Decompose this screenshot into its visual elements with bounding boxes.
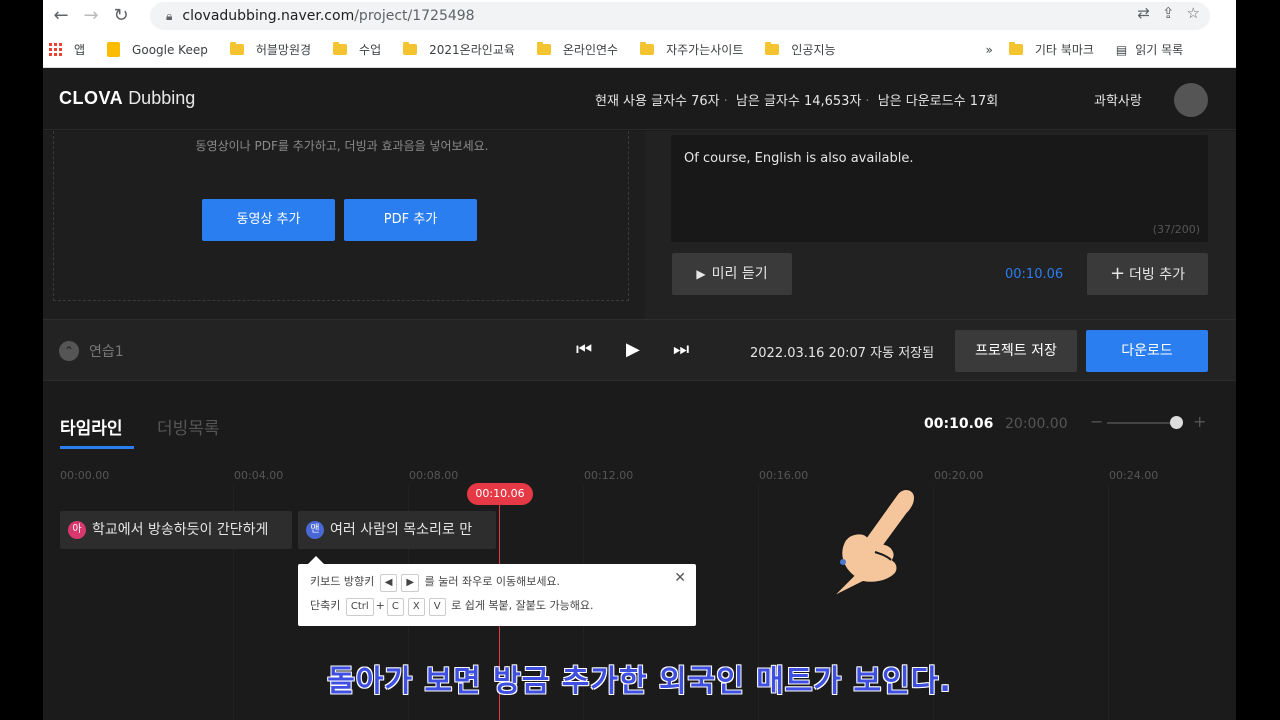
tooltip-line-1: 키보드 방향키 ◀ ▶ 를 눌러 좌우로 이동해보세요.	[310, 573, 560, 592]
play-icon[interactable]: ▶	[626, 339, 640, 360]
zoom-in-icon[interactable]: +	[1193, 412, 1206, 431]
ruler-label: 00:08.00	[409, 469, 459, 482]
media-dropzone[interactable]: 동영상이나 PDF를 추가하고, 더빙과 효과음을 넣어보세요. 동영상 추가 …	[53, 131, 629, 301]
stat-used: 현재 사용 글자수 76자	[595, 94, 720, 109]
tab-timeline[interactable]: 타임라인	[60, 414, 123, 439]
bookmark-folder[interactable]: 2021온라인교육	[403, 41, 515, 58]
apps-grid-icon	[49, 43, 62, 56]
zoom-out-icon[interactable]: −	[1090, 412, 1103, 431]
current-time: 00:10.06	[924, 416, 994, 432]
add-video-button[interactable]: 동영상 추가	[202, 199, 335, 241]
video-subtitle: 돌아가 보면 방금 추가한 외국인 매트가 보인다.	[327, 664, 952, 699]
voice-badge: 아	[68, 521, 86, 539]
folder-icon	[333, 42, 348, 55]
zoom-slider[interactable]	[1107, 422, 1177, 424]
bookmarks-overflow-button[interactable]: »	[986, 43, 993, 57]
clip-text: 학교에서 방송하듯이 간단하게	[92, 522, 269, 538]
folder-icon	[640, 42, 655, 55]
timeline-clip[interactable]: 아 학교에서 방송하듯이 간단하게	[60, 511, 292, 549]
add-dub-button[interactable]: + 더빙 추가	[1087, 253, 1208, 295]
keyboard-tip-tooltip: 키보드 방향키 ◀ ▶ 를 눌러 좌우로 이동해보세요. 단축키 Ctrl + C X V…	[298, 556, 696, 626]
folder-icon	[765, 42, 780, 55]
back-icon[interactable]: ←	[49, 4, 73, 28]
bookmark-folder[interactable]: 자주가는사이트	[640, 41, 743, 58]
playhead-time-badge[interactable]: 00:10.06	[467, 483, 533, 505]
folder-icon	[1008, 42, 1023, 55]
active-tab-indicator	[60, 446, 134, 449]
dub-duration: 00:10.06	[1005, 267, 1064, 282]
usage-stats: 현재 사용 글자수 76자 · 남은 글자수 14,653자 · 남은 다운로드수 …	[595, 94, 999, 109]
url-text: clovadubbing.naver.com/project/1725498	[182, 8, 475, 24]
bookmark-folder[interactable]: 허블망원경	[229, 41, 311, 58]
bookmark-folder[interactable]: 인공지능	[765, 41, 836, 58]
voice-badge: 맨	[306, 521, 324, 539]
clova-dubbing-logo[interactable]: CLOVA Dubbing	[59, 88, 195, 109]
download-button[interactable]: 다운로드	[1086, 330, 1208, 372]
translate-icon[interactable]: ⇄	[1137, 4, 1150, 22]
reload-icon[interactable]: ↻	[109, 4, 133, 28]
pointing-hand-cursor-icon	[830, 488, 917, 599]
timeline-clip[interactable]: 맨 여러 사람의 목소리로 만	[298, 511, 496, 549]
close-icon[interactable]: ✕	[674, 570, 686, 586]
bookmark-other[interactable]: 기타 북마크	[1008, 41, 1094, 58]
clip-text: 여러 사람의 목소리로 만	[330, 522, 473, 538]
ruler-label: 00:04.00	[234, 469, 284, 482]
ruler-label: 00:16.00	[759, 469, 809, 482]
user-name[interactable]: 과학사랑	[1094, 90, 1142, 109]
stat-remaining: 남은 글자수 14,653자	[735, 94, 862, 109]
forward-icon[interactable]: →	[79, 4, 103, 28]
folder-icon	[229, 42, 244, 55]
project-name[interactable]: 연습1	[89, 341, 124, 361]
add-pdf-button[interactable]: PDF 추가	[344, 199, 477, 241]
avatar[interactable]	[1174, 83, 1208, 117]
collapse-icon[interactable]: ⌃	[59, 341, 79, 361]
bookmark-reading-list[interactable]: ▤ 읽기 목록	[1116, 41, 1183, 58]
browser-viewport: ← → ↻ 🔒︎ clovadubbing.naver.com/project/…	[43, 0, 1236, 720]
zoom-slider-handle[interactable]	[1170, 416, 1183, 429]
preview-button[interactable]: ▶ 미리 듣기	[672, 253, 792, 295]
share-icon[interactable]: ⇪	[1162, 4, 1175, 22]
browser-toolbar: ← → ↻ 🔒︎ clovadubbing.naver.com/project/…	[43, 0, 1236, 32]
app-header: CLOVA Dubbing 현재 사용 글자수 76자 · 남은 글자수 14,6…	[43, 70, 1236, 130]
ruler-label: 00:20.00	[934, 469, 984, 482]
bookmarks-bar: 앱 Google Keep 허블망원경 수업 2021온라인교육 온라인연수 자…	[43, 32, 1236, 68]
bookmark-apps[interactable]: 앱	[49, 41, 85, 58]
bookmark-folder[interactable]: 수업	[333, 41, 381, 58]
folder-icon	[536, 42, 551, 55]
tab-dub-list[interactable]: 더빙목록	[157, 414, 220, 439]
ruler-label: 00:00.00	[60, 469, 110, 482]
dub-panel: Of course, English is also available. (3…	[645, 131, 1236, 319]
dropzone-hint: 동영상이나 PDF를 추가하고, 더빙과 효과음을 넣어보세요.	[195, 139, 489, 153]
total-time: 20:00.00	[1005, 416, 1068, 432]
tooltip-line-2: 단축키 Ctrl + C X V 로 쉽게 복붙, 잘붙도 가능해요.	[310, 597, 594, 616]
keep-icon	[107, 42, 121, 57]
bookmark-google-keep[interactable]: Google Keep	[107, 42, 208, 57]
bookmark-folder[interactable]: 온라인연수	[536, 41, 618, 58]
skip-forward-icon[interactable]: ⏭︎	[673, 339, 689, 360]
stat-downloads: 남은 다운로드수 17회	[877, 94, 999, 109]
lock-icon: 🔒︎	[166, 8, 173, 23]
left-black-frame	[0, 0, 43, 720]
plus-icon: +	[1109, 263, 1126, 284]
ruler-label: 00:12.00	[584, 469, 634, 482]
address-bar-actions: ⇄ ⇪ ☆	[1137, 4, 1200, 22]
project-bar: ⌃ 연습1 ⏮︎ ▶ ⏭︎ 2022.03.16 20:07 자동 저장됨 프로…	[43, 319, 1236, 381]
editor-upper: 동영상이나 PDF를 추가하고, 더빙과 효과음을 넣어보세요. 동영상 추가 …	[43, 131, 1236, 319]
ruler-label: 00:24.00	[1109, 469, 1159, 482]
dub-text: Of course, English is also available.	[684, 151, 914, 166]
char-count: (37/200)	[1152, 223, 1200, 236]
bookmark-star-icon[interactable]: ☆	[1187, 4, 1200, 22]
save-project-button[interactable]: 프로젝트 저장	[955, 330, 1077, 372]
reading-list-icon: ▤	[1115, 42, 1128, 57]
right-black-frame	[1236, 0, 1280, 720]
autosave-status: 2022.03.16 20:07 자동 저장됨	[750, 346, 935, 361]
play-icon: ▶	[696, 267, 706, 281]
dub-text-input[interactable]: Of course, English is also available. (3…	[671, 135, 1208, 242]
skip-back-icon[interactable]: ⏮︎	[576, 339, 592, 360]
folder-icon	[403, 42, 418, 55]
address-bar[interactable]: 🔒︎ clovadubbing.naver.com/project/172549…	[150, 2, 1210, 30]
media-panel: 동영상이나 PDF를 추가하고, 더빙과 효과음을 넣어보세요. 동영상 추가 …	[43, 131, 645, 319]
